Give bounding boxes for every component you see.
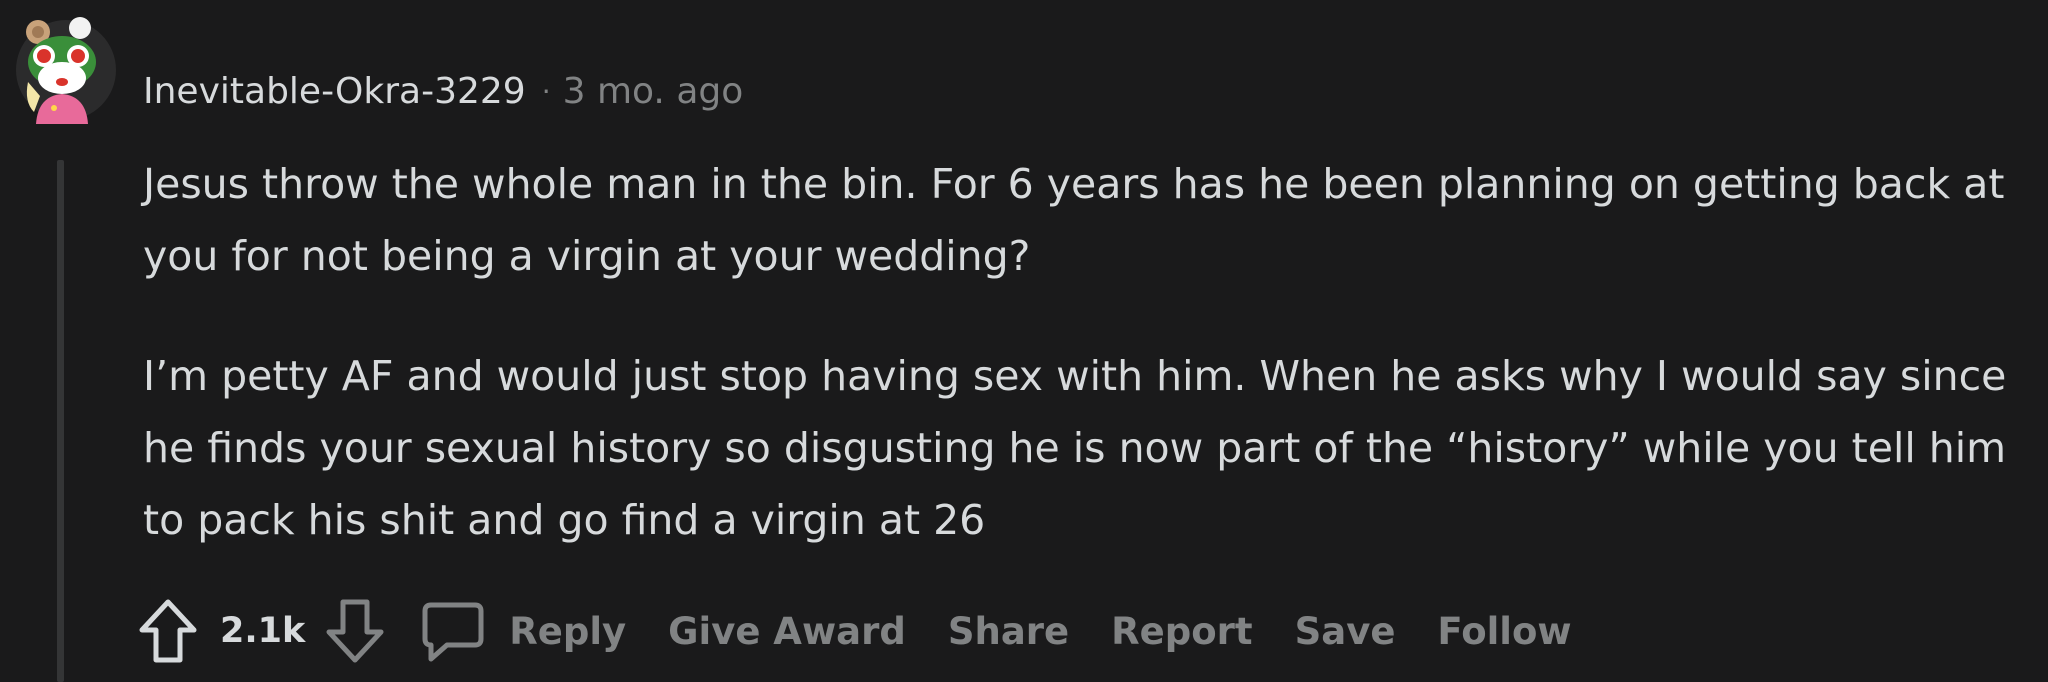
avatar[interactable]: [14, 12, 118, 124]
meta-separator: ·: [541, 74, 551, 108]
comment-paragraph: I’m petty AF and would just stop having …: [143, 352, 2007, 544]
thread-collapse-line[interactable]: [57, 160, 64, 682]
upvote-arrow-icon: [139, 599, 197, 663]
downvote-button[interactable]: [323, 594, 387, 668]
snoo-avatar-icon: [16, 17, 116, 124]
reply-button[interactable]: Reply: [421, 599, 626, 663]
share-button[interactable]: Share: [948, 610, 1069, 653]
follow-button[interactable]: Follow: [1437, 610, 1571, 653]
comment-paragraph: Jesus throw the whole man in the bin. Fo…: [143, 160, 2005, 280]
author-username[interactable]: Inevitable-Okra-3229: [143, 71, 526, 112]
upvote-button[interactable]: [136, 594, 200, 668]
comment-body: Jesus throw the whole man in the bin. Fo…: [143, 148, 2023, 556]
comment-actions: 2.1k Reply Give Award Share Report Save …: [136, 594, 1614, 668]
give-award-button[interactable]: Give Award: [668, 610, 906, 653]
speech-bubble-icon: [422, 602, 484, 662]
comment-meta: Inevitable-Okra-3229 · 3 mo. ago: [143, 66, 743, 116]
reply-label: Reply: [509, 609, 627, 653]
downvote-arrow-icon: [326, 599, 384, 663]
report-button[interactable]: Report: [1111, 610, 1252, 653]
vote-score: 2.1k: [220, 611, 306, 651]
comment: Inevitable-Okra-3229 · 3 mo. ago Jesus t…: [0, 0, 2048, 682]
save-button[interactable]: Save: [1295, 610, 1396, 653]
comment-timestamp[interactable]: 3 mo. ago: [563, 71, 744, 112]
